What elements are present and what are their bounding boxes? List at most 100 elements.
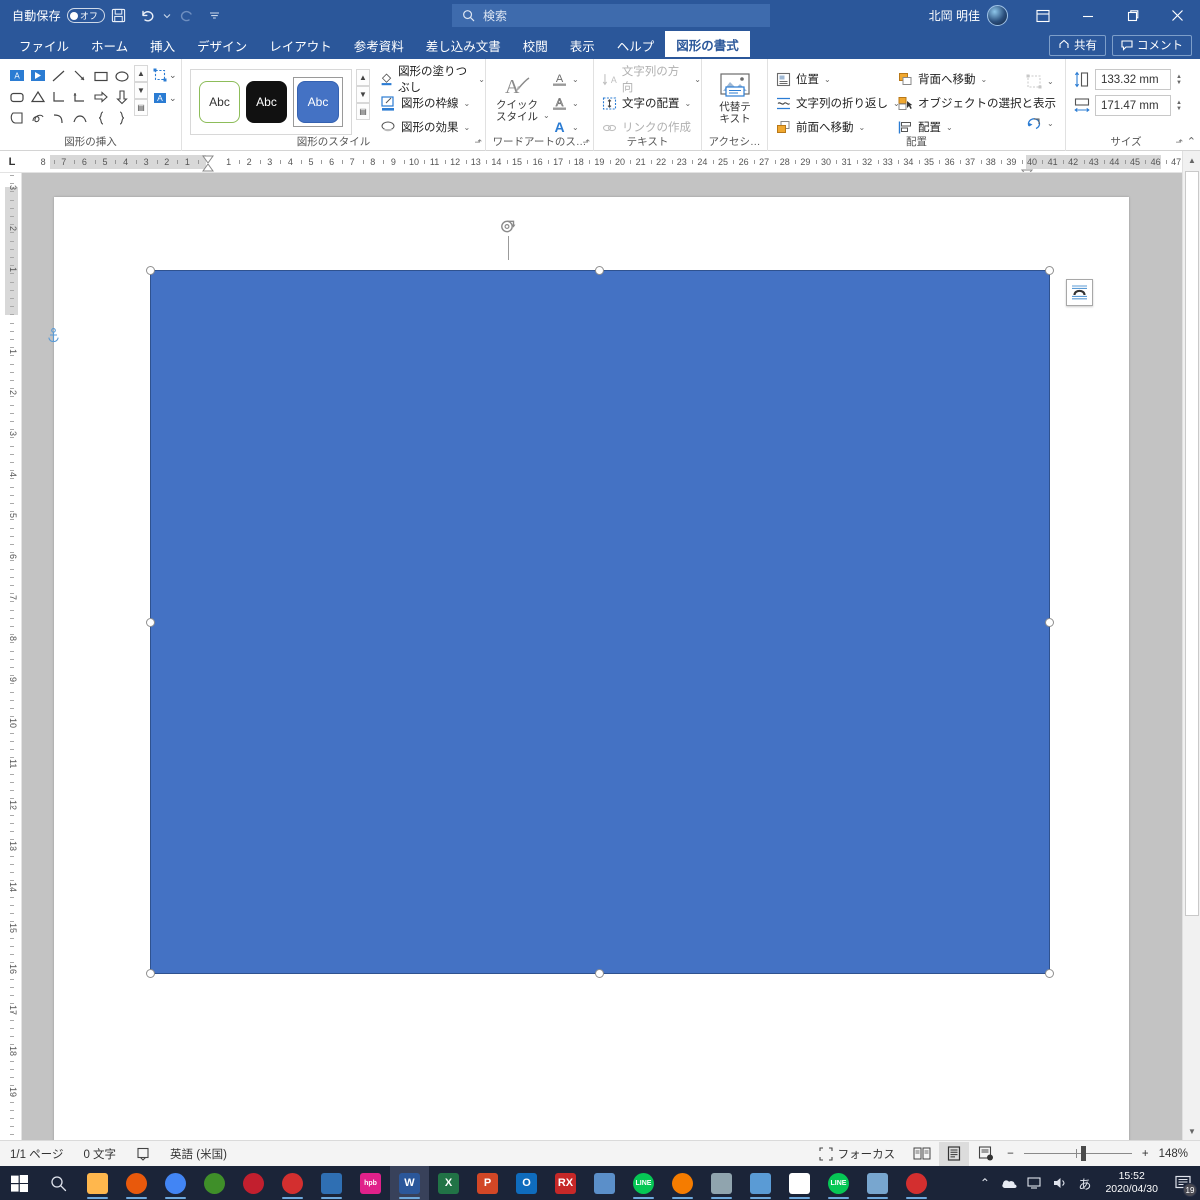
document-canvas[interactable] <box>22 173 1182 1140</box>
group-objects-button[interactable]: ⌄ <box>1026 69 1054 93</box>
rotate-objects-chevron-icon[interactable]: ⌄ <box>1047 119 1054 128</box>
shape-arc-icon[interactable] <box>69 107 90 128</box>
avatar[interactable] <box>987 5 1008 26</box>
text-fill-button[interactable]: A ⌄ <box>552 67 579 91</box>
shape-curve-icon[interactable] <box>48 107 69 128</box>
share-button[interactable]: 共有 <box>1049 34 1106 56</box>
shape-width-field[interactable]: 171.47 mm ▲ ▼ <box>1074 95 1182 116</box>
rotate-objects-button[interactable]: ⌄ <box>1026 111 1054 135</box>
globe-app-icon[interactable] <box>312 1166 351 1200</box>
zoom-out-button[interactable]: − <box>1003 1141 1018 1167</box>
shape-style-thumb-1[interactable]: Abc <box>199 81 241 123</box>
photo-app-icon[interactable] <box>858 1166 897 1200</box>
tab-view[interactable]: 表示 <box>559 31 606 59</box>
text-effects-chevron-icon[interactable]: ⌄ <box>572 123 579 132</box>
selection-handle-top-center[interactable] <box>595 266 604 275</box>
read-mode-button[interactable] <box>907 1142 937 1166</box>
shape-scribble-icon[interactable] <box>27 107 48 128</box>
ime-indicator[interactable]: あ <box>1072 1166 1097 1200</box>
tab-home[interactable]: ホーム <box>80 31 139 59</box>
collapse-ribbon-icon[interactable]: ⌃ <box>1187 135 1196 148</box>
draw-textbox-button[interactable]: A ⌄ <box>152 91 177 105</box>
powerpoint-icon[interactable]: P <box>468 1166 507 1200</box>
page-info[interactable]: 1/1 ページ <box>0 1141 73 1167</box>
selection-handle-middle-right[interactable] <box>1045 618 1054 627</box>
draw-textbox-chevron-icon[interactable]: ⌄ <box>169 93 177 104</box>
styles-gallery-more-icon[interactable]: ▤ <box>356 103 370 120</box>
vertical-scroll-thumb[interactable] <box>1185 171 1199 916</box>
language-indicator[interactable]: 英語 (米国) <box>160 1141 237 1167</box>
taskbar-search-icon[interactable] <box>39 1166 78 1200</box>
tab-insert[interactable]: 挿入 <box>139 31 186 59</box>
autosave-toggle[interactable]: オフ <box>66 8 105 23</box>
selection-handle-bottom-left[interactable] <box>146 969 155 978</box>
maximize-icon[interactable] <box>1110 0 1155 31</box>
shape-fill-button[interactable]: 図形の塗りつぶし ⌄ <box>380 66 485 94</box>
scroll-down-arrow-icon[interactable]: ▼ <box>1183 1122 1200 1140</box>
shield-app-icon[interactable] <box>897 1166 936 1200</box>
align-text-chevron-icon[interactable]: ⌄ <box>685 99 692 108</box>
office-app-icon[interactable] <box>741 1166 780 1200</box>
notification-icon[interactable]: 19 <box>1166 1166 1200 1200</box>
right-indent-marker[interactable] <box>1020 164 1034 172</box>
horizontal-ruler[interactable]: L 8 7 6 5 4 3 2 1 1 2 3 4 5 6 7 8 9 10 11 12 13 14 15 16 17 18 19 2… <box>0 151 1200 173</box>
tab-stop-selector[interactable]: L <box>4 154 20 170</box>
shape-textbox-icon[interactable]: A <box>6 65 27 86</box>
volume-icon[interactable] <box>1047 1166 1072 1200</box>
vertical-scrollbar[interactable]: ▲ ▼ <box>1182 151 1200 1140</box>
wordart-quick-styles-button[interactable]: A クイック スタイル <box>492 67 542 129</box>
selection-handle-bottom-right[interactable] <box>1045 969 1054 978</box>
shape-fill-chevron-icon[interactable]: ⌄ <box>478 75 485 84</box>
media-app-icon[interactable] <box>702 1166 741 1200</box>
shape-right-arrow-icon[interactable] <box>90 86 111 107</box>
document-page[interactable] <box>48 197 1129 1140</box>
text-outline-chevron-icon[interactable]: ⌄ <box>572 99 579 108</box>
styles-scroll-down-icon[interactable]: ▼ <box>356 86 370 103</box>
tab-mailings[interactable]: 差し込み文書 <box>415 31 512 59</box>
shape-arrow-line-icon[interactable] <box>69 65 90 86</box>
pen-app-icon[interactable] <box>195 1166 234 1200</box>
shape-freeform-icon[interactable] <box>6 107 27 128</box>
shape-width-input[interactable]: 171.47 mm <box>1095 95 1171 116</box>
shapes-gallery[interactable]: A <box>6 65 132 128</box>
undo-icon[interactable] <box>133 3 161 29</box>
shape-arrow-textbox-icon[interactable] <box>27 65 48 86</box>
user-name[interactable]: 北岡 明佳 <box>929 7 980 24</box>
shapes-scroll-down-icon[interactable]: ▼ <box>134 82 148 99</box>
text-fill-chevron-icon[interactable]: ⌄ <box>572 75 579 84</box>
shape-elbow-arrow-icon[interactable] <box>69 86 90 107</box>
shape-left-brace-icon[interactable] <box>90 107 111 128</box>
shapes-gallery-more-icon[interactable]: ▤ <box>134 99 148 116</box>
clock[interactable]: 15:52 2020/04/30 <box>1097 1170 1166 1196</box>
shape-line-icon[interactable] <box>48 65 69 86</box>
slack-icon[interactable] <box>780 1166 819 1200</box>
zoom-in-button[interactable]: + <box>1138 1141 1153 1167</box>
selection-handle-top-right[interactable] <box>1045 266 1054 275</box>
left-indent-marker[interactable] <box>202 166 214 172</box>
focus-button[interactable]: フォーカス <box>809 1141 906 1167</box>
shapes-scroll-up-icon[interactable]: ▲ <box>134 65 148 82</box>
send-backward-chevron-icon[interactable]: ⌄ <box>981 75 988 84</box>
alt-text-button[interactable]: 代替テ キスト <box>706 67 764 131</box>
show-hidden-icons-icon[interactable]: ⌃ <box>972 1166 997 1200</box>
proofing-icon[interactable] <box>126 1141 160 1167</box>
tab-shape-format[interactable]: 図形の書式 <box>665 31 750 59</box>
onedrive-icon[interactable] <box>997 1166 1022 1200</box>
redo-icon[interactable] <box>173 3 201 29</box>
shape-rounded-rect-icon[interactable] <box>6 86 27 107</box>
outlook-icon[interactable]: O <box>507 1166 546 1200</box>
styles-scroll-up-icon[interactable]: ▲ <box>356 69 370 86</box>
customize-qat-icon[interactable] <box>201 3 229 29</box>
shape-style-thumb-3-selected[interactable]: Abc <box>293 77 343 127</box>
rotate-handle-icon[interactable] <box>499 217 518 236</box>
quick-styles-chevron-icon[interactable]: ⌄ <box>543 111 550 120</box>
hpb-icon[interactable]: hpb <box>351 1166 390 1200</box>
text-direction-button[interactable]: A 文字列の方向 ⌄ <box>602 66 701 94</box>
shape-down-arrow-icon[interactable] <box>111 86 132 107</box>
excel-icon[interactable]: X <box>429 1166 468 1200</box>
tab-file[interactable]: ファイル <box>8 31 80 59</box>
text-outline-button[interactable]: A ⌄ <box>552 91 579 115</box>
shape-triangle-icon[interactable] <box>27 86 48 107</box>
print-layout-button[interactable] <box>939 1141 970 1166</box>
record-app-icon[interactable] <box>273 1166 312 1200</box>
